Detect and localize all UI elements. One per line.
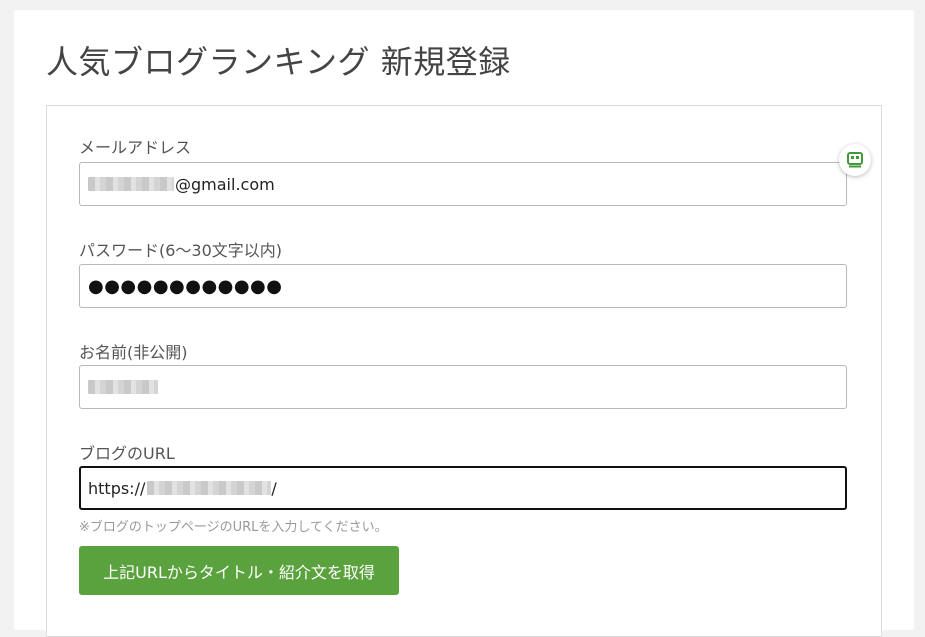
password-value: ●●●●●●●●●●●● — [88, 275, 283, 297]
blog-url-label: ブログのURL — [79, 444, 175, 463]
redacted-blog-domain — [147, 481, 272, 495]
email-label: メールアドレス — [79, 138, 192, 157]
redacted-name — [88, 380, 158, 394]
registration-form: メールアドレス @gmail.com パスワード(6〜30文字以内) ●●●●●… — [46, 105, 882, 637]
name-label: お名前(非公開) — [79, 343, 188, 362]
fetch-title-button[interactable]: 上記URLからタイトル・紹介文を取得 — [79, 546, 399, 595]
name-field[interactable] — [79, 365, 847, 409]
password-field[interactable]: ●●●●●●●●●●●● — [79, 264, 847, 308]
password-manager-icon — [847, 152, 863, 168]
blog-url-field[interactable]: https:// / — [79, 466, 847, 510]
blog-url-prefix: https:// — [88, 478, 146, 498]
password-manager-button[interactable] — [839, 144, 871, 176]
page-title: 人気ブログランキング 新規登録 — [46, 43, 511, 81]
email-value: @gmail.com — [175, 174, 275, 194]
registration-card: 人気ブログランキング 新規登録 メールアドレス @gmail.com パスワード… — [14, 10, 914, 637]
password-label: パスワード(6〜30文字以内) — [79, 241, 283, 260]
redacted-email-user — [88, 177, 174, 191]
blog-url-suffix: / — [271, 478, 277, 498]
blog-url-hint: ※ブログのトップページのURLを入力してください。 — [79, 520, 388, 535]
email-field[interactable]: @gmail.com — [79, 162, 847, 206]
